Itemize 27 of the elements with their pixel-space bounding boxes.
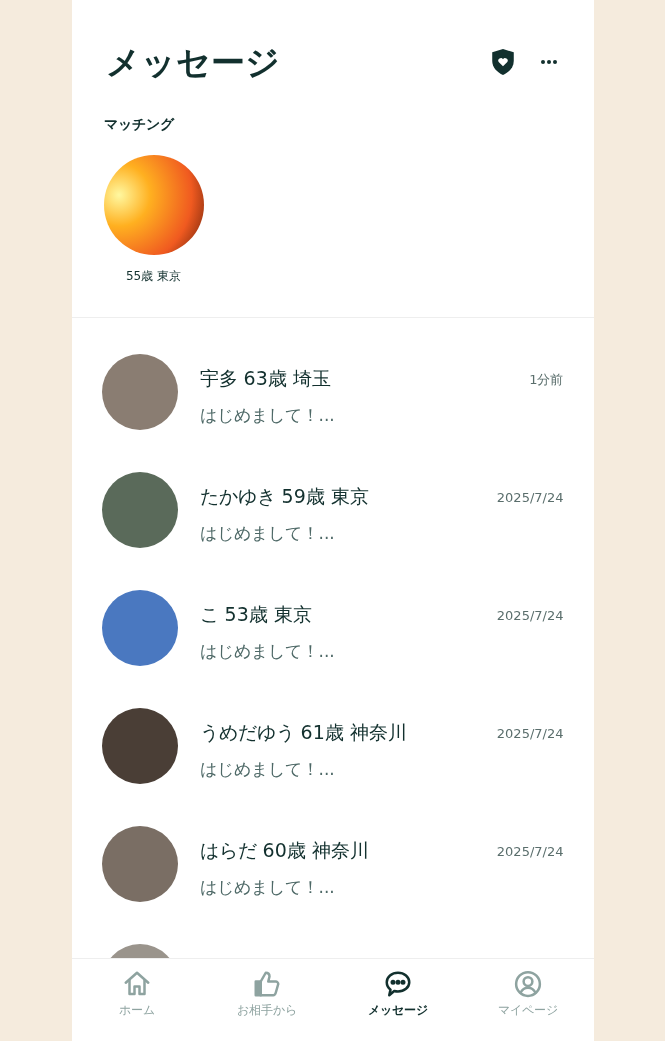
nav-tab[interactable]: メッセージ bbox=[332, 969, 463, 1019]
message-row[interactable]: 宇多 63歳 埼玉 1分前 はじめまして！... bbox=[101, 354, 564, 472]
message-row[interactable]: うめだゆう 61歳 神奈川 2025/7/24 はじめまして！... bbox=[101, 708, 564, 826]
contact-name: 宇多 63歳 埼玉 bbox=[199, 366, 331, 391]
more-icon[interactable] bbox=[539, 59, 558, 65]
message-row[interactable]: こ 53歳 東京 2025/7/24 はじめまして！... bbox=[101, 590, 564, 708]
page-title: メッセージ bbox=[105, 45, 280, 79]
message-row[interactable]: たかゆき 59歳 東京 2025/7/24 はじめまして！... bbox=[101, 472, 564, 590]
message-preview: はじめまして！... bbox=[199, 639, 336, 663]
message-time: 2025/7/24 bbox=[496, 725, 564, 743]
message-time: 2025/7/24 bbox=[496, 489, 564, 507]
message-time: 2025/7/24 bbox=[496, 607, 564, 625]
contact-name: こ 53歳 東京 bbox=[199, 602, 312, 627]
message-time: 1分前 bbox=[529, 371, 564, 389]
contact-name: はらだ 60歳 神奈川 bbox=[199, 838, 369, 863]
shield-heart-icon[interactable] bbox=[489, 48, 516, 76]
message-preview: はじめまして！... bbox=[199, 521, 336, 545]
message-preview: はじめまして！... bbox=[199, 757, 336, 781]
section-label: マッチング bbox=[103, 115, 176, 134]
message-row[interactable]: はらだ 60歳 神奈川 2025/7/24 はじめまして！... bbox=[101, 826, 564, 944]
contact-name: たかゆき 59歳 東京 bbox=[199, 484, 369, 509]
message-time: 2025/7/24 bbox=[496, 843, 564, 861]
contact-name: うめだゆう 61歳 神奈川 bbox=[199, 720, 407, 745]
message-preview: はじめまして！... bbox=[199, 403, 336, 427]
match-caption: 55歳 東京 bbox=[125, 268, 182, 285]
message-preview: はじめまして！... bbox=[199, 875, 336, 899]
user-icon bbox=[513, 969, 544, 999]
